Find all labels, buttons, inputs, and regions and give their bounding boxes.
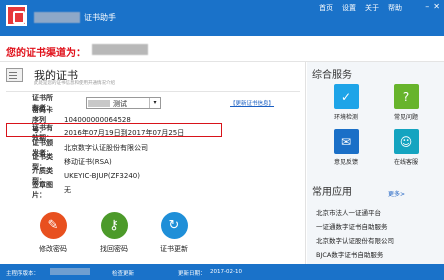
app-name-redacted: [34, 12, 80, 23]
my-cert-panel: 我的证书 此处是您的证书信息和使用开通情况介绍 证书所有者： 测试 ▾ 【更新证…: [0, 62, 306, 264]
chevron-down-icon[interactable]: ▾: [149, 98, 160, 108]
faq-button[interactable]: ? 常见问题: [389, 84, 423, 121]
nav-about-link[interactable]: 关于: [365, 3, 379, 13]
key-icon: ⚷: [100, 212, 128, 239]
question-icon: ?: [393, 84, 419, 109]
feedback-icon: ✉: [333, 129, 359, 154]
update-date-label: 更新日期：: [178, 271, 206, 277]
env-check-button[interactable]: ✓ 环境检测: [329, 84, 363, 121]
update-date-value: 2017-02-10: [210, 269, 242, 275]
version-value-redacted: [50, 268, 90, 275]
app-link[interactable]: 一证通数字证书自助服务: [316, 221, 388, 231]
owner-select[interactable]: 测试 ▾: [86, 97, 161, 109]
service-label: 常见问题: [393, 114, 418, 121]
service-label: 在线客服: [393, 159, 418, 166]
field-value: UKEYIC-BJUP(ZF3240): [64, 171, 140, 180]
window-controls: – ✕: [425, 2, 440, 11]
nav-settings-link[interactable]: 设置: [342, 3, 356, 13]
update-cert-link[interactable]: 【更新证书信息】: [230, 99, 274, 107]
pencil-icon: ✎: [39, 212, 67, 239]
owner-name-redacted: [88, 100, 110, 107]
nav-help-link[interactable]: 帮助: [388, 3, 402, 13]
recover-password-button[interactable]: ⚷ 找回密码: [86, 212, 142, 254]
close-button[interactable]: ✕: [433, 2, 440, 11]
field-value: 无: [64, 185, 71, 194]
more-apps-link[interactable]: 更多>: [388, 189, 405, 198]
field-value: 北京数字认证股份有限公司: [64, 143, 148, 152]
customer-service-button[interactable]: ☺ 在线客服: [389, 129, 423, 166]
validity-highlight: [6, 123, 222, 137]
feedback-button[interactable]: ✉ 意见反馈: [329, 129, 363, 166]
title-bar: 证书助手 首页 设置 关于 帮助 – ✕: [0, 0, 444, 36]
top-nav: 首页 设置 关于 帮助: [319, 3, 402, 13]
banner-title: 您的证书渠道为：: [6, 48, 86, 59]
app-link[interactable]: BJCA数字证书自助服务: [316, 249, 383, 259]
refresh-icon: ↻: [160, 212, 188, 239]
status-bar: 主程序版本： 检查更新 更新日期： 2017-02-10: [0, 264, 444, 280]
channel-banner: 您的证书渠道为：: [0, 36, 444, 62]
owner-value: 测试: [113, 100, 127, 108]
service-label: 环境检测: [333, 114, 358, 121]
check-update-link[interactable]: 检查更新: [112, 269, 134, 277]
action-label: 找回密码: [100, 245, 128, 253]
side-panel: 综合服务 ✓ 环境检测 ? 常见问题 ✉ 意见反馈 ☺ 在线客服 常用应用 更多…: [307, 62, 444, 264]
action-label: 修改密码: [39, 245, 67, 253]
app-name: 证书助手: [84, 13, 116, 22]
minimize-button[interactable]: –: [425, 2, 429, 11]
customer-service-icon: ☺: [393, 129, 419, 154]
apps-title: 常用应用: [312, 187, 352, 198]
field-value: 移动证书(RSA): [64, 157, 112, 166]
my-cert-subtitle: 此处是您的证书信息和使用开通情况介绍: [34, 81, 115, 86]
channel-name-redacted: [92, 44, 148, 55]
check-icon: ✓: [333, 84, 359, 109]
services-title: 综合服务: [312, 70, 352, 81]
action-label: 证书更新: [160, 245, 188, 253]
change-password-button[interactable]: ✎ 修改密码: [25, 212, 81, 254]
app-link[interactable]: 北京数字认证股份有限公司: [316, 235, 394, 245]
app-logo-icon: [6, 5, 27, 26]
app-link[interactable]: 北京市法人一证通平台: [316, 207, 381, 217]
service-label: 意见反馈: [333, 159, 358, 166]
certificate-icon: [6, 68, 23, 82]
version-label: 主程序版本：: [6, 271, 40, 277]
field-row: 签章图片： 无: [6, 181, 71, 199]
update-cert-button[interactable]: ↻ 证书更新: [146, 212, 202, 254]
field-label: 签章图片：: [32, 180, 53, 199]
nav-home-link[interactable]: 首页: [319, 3, 333, 13]
